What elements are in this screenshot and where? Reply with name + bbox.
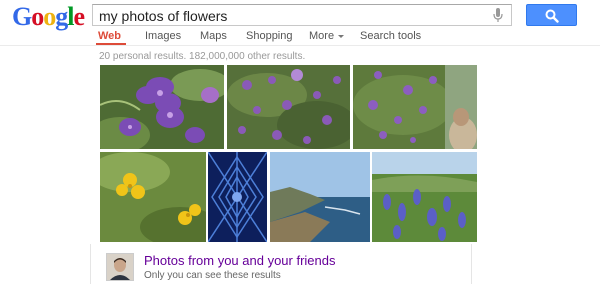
tab-more[interactable]: More	[309, 30, 345, 42]
photo-result[interactable]	[372, 152, 477, 242]
photo-image	[270, 152, 370, 242]
search-icon	[545, 9, 559, 23]
search-button[interactable]	[526, 4, 577, 26]
friends-photos-card: Photos from you and your friends Only yo…	[90, 244, 472, 284]
search-input[interactable]: my photos of flowers	[92, 4, 512, 26]
logo-text: Google	[12, 2, 85, 31]
tab-more-label: More	[309, 30, 335, 42]
google-logo[interactable]: Google	[12, 2, 85, 32]
avatar[interactable]	[106, 253, 134, 281]
avatar-image	[107, 254, 133, 280]
microphone-icon[interactable]	[493, 8, 503, 23]
tab-shopping[interactable]: Shopping	[246, 30, 293, 42]
chevron-down-icon	[338, 34, 345, 38]
photo-image	[227, 65, 350, 149]
photo-result[interactable]	[208, 152, 267, 242]
tab-search-tools[interactable]: Search tools	[360, 30, 421, 42]
tab-images[interactable]: Images	[145, 30, 181, 42]
divider	[0, 45, 600, 46]
friends-photos-link[interactable]: Photos from you and your friends	[144, 253, 336, 268]
tab-web[interactable]: Web	[98, 30, 121, 42]
photo-image	[100, 65, 224, 149]
photo-result[interactable]	[100, 65, 224, 149]
tab-maps[interactable]: Maps	[200, 30, 227, 42]
photo-result[interactable]	[227, 65, 350, 149]
photo-image	[372, 152, 477, 242]
result-stats: 20 personal results. 182,000,000 other r…	[99, 51, 306, 62]
privacy-note: Only you can see these results	[144, 270, 281, 281]
search-query: my photos of flowers	[99, 8, 228, 24]
photo-image	[208, 152, 267, 242]
photo-result[interactable]	[100, 152, 206, 242]
photo-result[interactable]	[353, 65, 477, 149]
photo-image	[100, 152, 206, 242]
photo-image	[353, 65, 477, 149]
photo-result[interactable]	[270, 152, 370, 242]
